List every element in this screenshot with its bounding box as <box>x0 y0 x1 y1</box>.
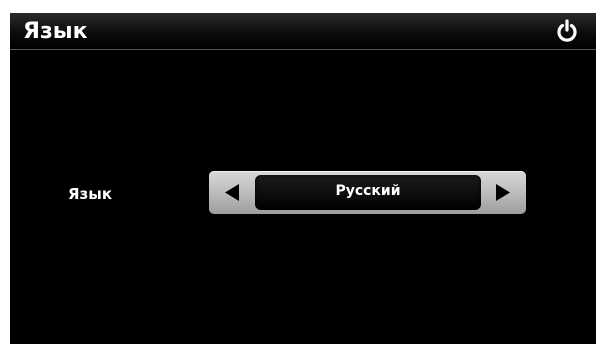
header-bar: Язык <box>10 13 596 50</box>
triangle-left-icon <box>225 184 239 201</box>
triangle-right-icon <box>496 184 510 201</box>
page-title: Язык <box>23 19 88 44</box>
power-icon <box>557 19 577 42</box>
language-selector: Русский <box>209 171 526 214</box>
language-label: Язык <box>68 185 113 203</box>
language-value-display[interactable]: Русский <box>255 175 481 210</box>
previous-language-button[interactable] <box>214 176 250 209</box>
settings-screen: Язык Язык Русский <box>10 13 596 344</box>
next-language-button[interactable] <box>485 176 521 209</box>
language-value: Русский <box>335 183 401 199</box>
power-button[interactable] <box>556 19 578 43</box>
